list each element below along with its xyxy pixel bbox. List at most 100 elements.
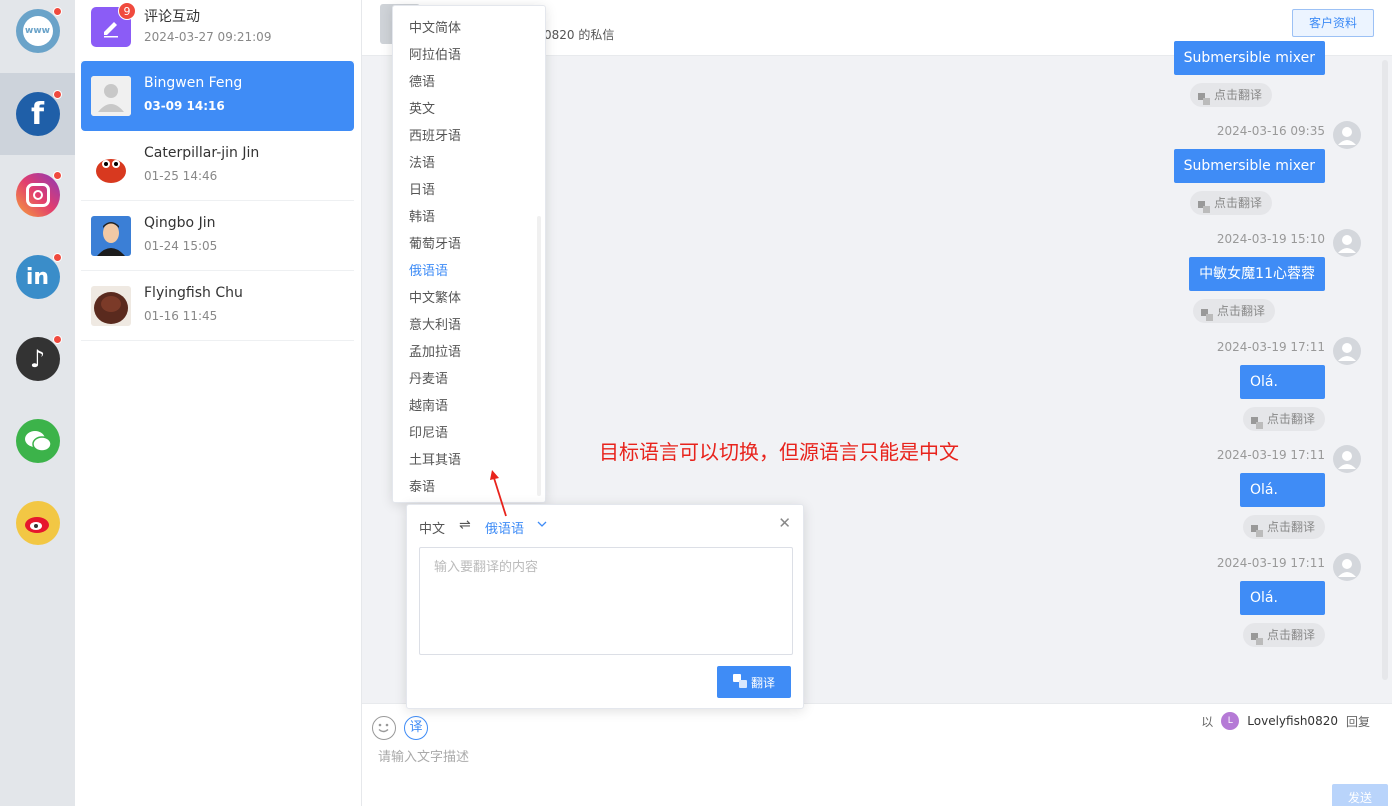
message-bubble: Olá. xyxy=(1240,365,1325,399)
target-language-select[interactable]: 俄语语 xyxy=(485,518,524,537)
translate-label: 点击翻译 xyxy=(1213,196,1262,210)
send-button[interactable]: 发送 xyxy=(1332,784,1388,806)
translate-message-button[interactable]: 点击翻译 xyxy=(1242,515,1325,539)
linkedin-icon: in xyxy=(15,253,62,299)
notification-dot xyxy=(52,7,62,16)
translate-label: 点击翻译 xyxy=(1266,520,1315,534)
language-option[interactable]: 泰语 xyxy=(409,476,435,495)
wechat-icon xyxy=(15,419,60,463)
conversation-item[interactable]: Bingwen Feng 03-09 14:16 xyxy=(81,61,354,131)
language-option[interactable]: 法语 xyxy=(409,152,435,171)
language-option[interactable]: 阿拉伯语 xyxy=(409,44,461,63)
message-bubble: Olá. xyxy=(1240,473,1325,507)
translate-message-button[interactable]: 点击翻译 xyxy=(1242,623,1325,647)
avatar: 9 xyxy=(91,2,136,47)
reply-prefix: 以 xyxy=(1201,714,1214,729)
language-option[interactable]: 土耳其语 xyxy=(409,449,461,468)
conversation-item[interactable]: Flyingfish Chu 01-16 11:45 xyxy=(81,271,354,341)
message-bubble: 中敏女魔11心蓉蓉 xyxy=(1189,257,1325,291)
platform-www[interactable]: www xyxy=(0,0,75,72)
message-time: 2024-03-19 15:10 xyxy=(1216,232,1325,246)
translate-message-button[interactable]: 点击翻译 xyxy=(1189,83,1272,107)
translate-icon xyxy=(1197,89,1210,105)
platform-weibo[interactable] xyxy=(0,482,75,564)
message-bubble: Submersible mixer xyxy=(1173,149,1325,183)
platform-tiktok[interactable]: ♪ xyxy=(0,318,75,400)
translate-button-label: 翻译 xyxy=(750,675,775,690)
language-option[interactable]: 德语 xyxy=(409,71,435,90)
translate-button[interactable]: 翻译 xyxy=(717,666,791,698)
reply-as-selector[interactable]: 以 L Lovelyfish0820 回复 xyxy=(1201,712,1370,730)
language-option[interactable]: 西班牙语 xyxy=(409,125,461,144)
translate-toggle-button[interactable]: 译 xyxy=(404,716,428,740)
message-scrollbar[interactable] xyxy=(1382,60,1388,680)
avatar xyxy=(91,76,131,116)
language-option[interactable]: 葡萄牙语 xyxy=(409,233,461,252)
translate-icon xyxy=(732,673,747,691)
avatar xyxy=(1333,229,1361,257)
notification-dot xyxy=(52,90,62,99)
platform-facebook[interactable]: f xyxy=(0,73,75,155)
chat-title: 0820 的私信 xyxy=(544,28,615,42)
translate-label: 点击翻译 xyxy=(1213,88,1262,102)
conversation-time: 2024-03-27 09:21:09 xyxy=(144,30,272,44)
annotation-text: 目标语言可以切换，但源语言只能是中文 xyxy=(599,440,959,464)
translate-message-button[interactable]: 点击翻译 xyxy=(1242,407,1325,431)
close-icon[interactable]: ✕ xyxy=(778,514,791,532)
translate-panel: 中文 ⇌ 俄语语 ✕ 翻译 xyxy=(406,504,804,709)
language-dropdown: 中文简体 阿拉伯语 德语 英文 西班牙语 法语 日语 韩语 葡萄牙语 俄语语 中… xyxy=(392,5,546,503)
conversation-name: Bingwen Feng xyxy=(144,75,243,91)
translate-icon xyxy=(1250,413,1263,429)
conversation-time: 01-25 14:46 xyxy=(144,169,218,183)
language-option[interactable]: 韩语 xyxy=(409,206,435,225)
conversation-name: Caterpillar-jin Jin xyxy=(144,145,260,161)
platform-wechat[interactable] xyxy=(0,400,75,482)
language-option[interactable]: 越南语 xyxy=(409,395,448,414)
message-time: 2024-03-16 09:35 xyxy=(1216,124,1325,138)
language-option[interactable]: 印尼语 xyxy=(409,422,448,441)
swap-icon: ⇌ xyxy=(459,517,471,533)
dropdown-scrollbar[interactable] xyxy=(537,216,541,496)
platform-linkedin[interactable]: in xyxy=(0,236,75,318)
translate-label: 点击翻译 xyxy=(1266,628,1315,642)
message-time: 2024-03-19 17:11 xyxy=(1216,556,1325,570)
unread-badge: 9 xyxy=(118,2,136,20)
language-option[interactable]: 中文繁体 xyxy=(409,287,461,306)
customer-info-button[interactable]: 客户资料 xyxy=(1292,9,1374,37)
avatar xyxy=(91,286,131,326)
conversation-time: 03-09 14:16 xyxy=(144,99,225,113)
avatar xyxy=(1333,445,1361,473)
avatar xyxy=(91,146,131,186)
translate-input[interactable] xyxy=(419,547,793,655)
platform-rail: www f in ♪ xyxy=(0,0,75,806)
conversation-item[interactable]: 9 评论互动 2024-03-27 09:21:09 xyxy=(81,0,354,62)
language-option-selected[interactable]: 俄语语 xyxy=(409,260,448,279)
emoji-icon[interactable] xyxy=(372,716,396,740)
conversation-item[interactable]: Caterpillar-jin Jin 01-25 14:46 xyxy=(81,131,354,201)
translate-icon xyxy=(1197,197,1210,213)
message-input[interactable]: 请输入文字描述 xyxy=(378,746,469,765)
platform-instagram[interactable] xyxy=(0,154,75,236)
tiktok-icon: ♪ xyxy=(15,335,62,381)
instagram-icon xyxy=(15,171,62,217)
message-input-area: 译 请输入文字描述 以 L Lovelyfish0820 回复 发送 xyxy=(362,703,1392,806)
language-option[interactable]: 英文 xyxy=(409,98,435,117)
language-option[interactable]: 孟加拉语 xyxy=(409,341,461,360)
globe-icon: www xyxy=(15,7,62,53)
chevron-down-icon[interactable] xyxy=(537,518,547,531)
avatar: L xyxy=(1221,712,1240,730)
translate-icon xyxy=(1200,305,1213,321)
translate-label: 点击翻译 xyxy=(1266,412,1315,426)
language-option[interactable]: 日语 xyxy=(409,179,435,198)
language-option[interactable]: 意大利语 xyxy=(409,314,461,333)
weibo-icon xyxy=(15,501,60,545)
translate-message-button[interactable]: 点击翻译 xyxy=(1192,299,1275,323)
message-bubble: Submersible mixer xyxy=(1173,41,1325,75)
conversation-list: 9 评论互动 2024-03-27 09:21:09 Bingwen Feng … xyxy=(75,0,362,806)
conversation-time: 01-16 11:45 xyxy=(144,309,218,323)
language-option[interactable]: 丹麦语 xyxy=(409,368,448,387)
translate-message-button[interactable]: 点击翻译 xyxy=(1189,191,1272,215)
language-option[interactable]: 中文简体 xyxy=(409,17,461,36)
translate-icon xyxy=(1250,629,1263,645)
conversation-item[interactable]: Qingbo Jin 01-24 15:05 xyxy=(81,201,354,271)
